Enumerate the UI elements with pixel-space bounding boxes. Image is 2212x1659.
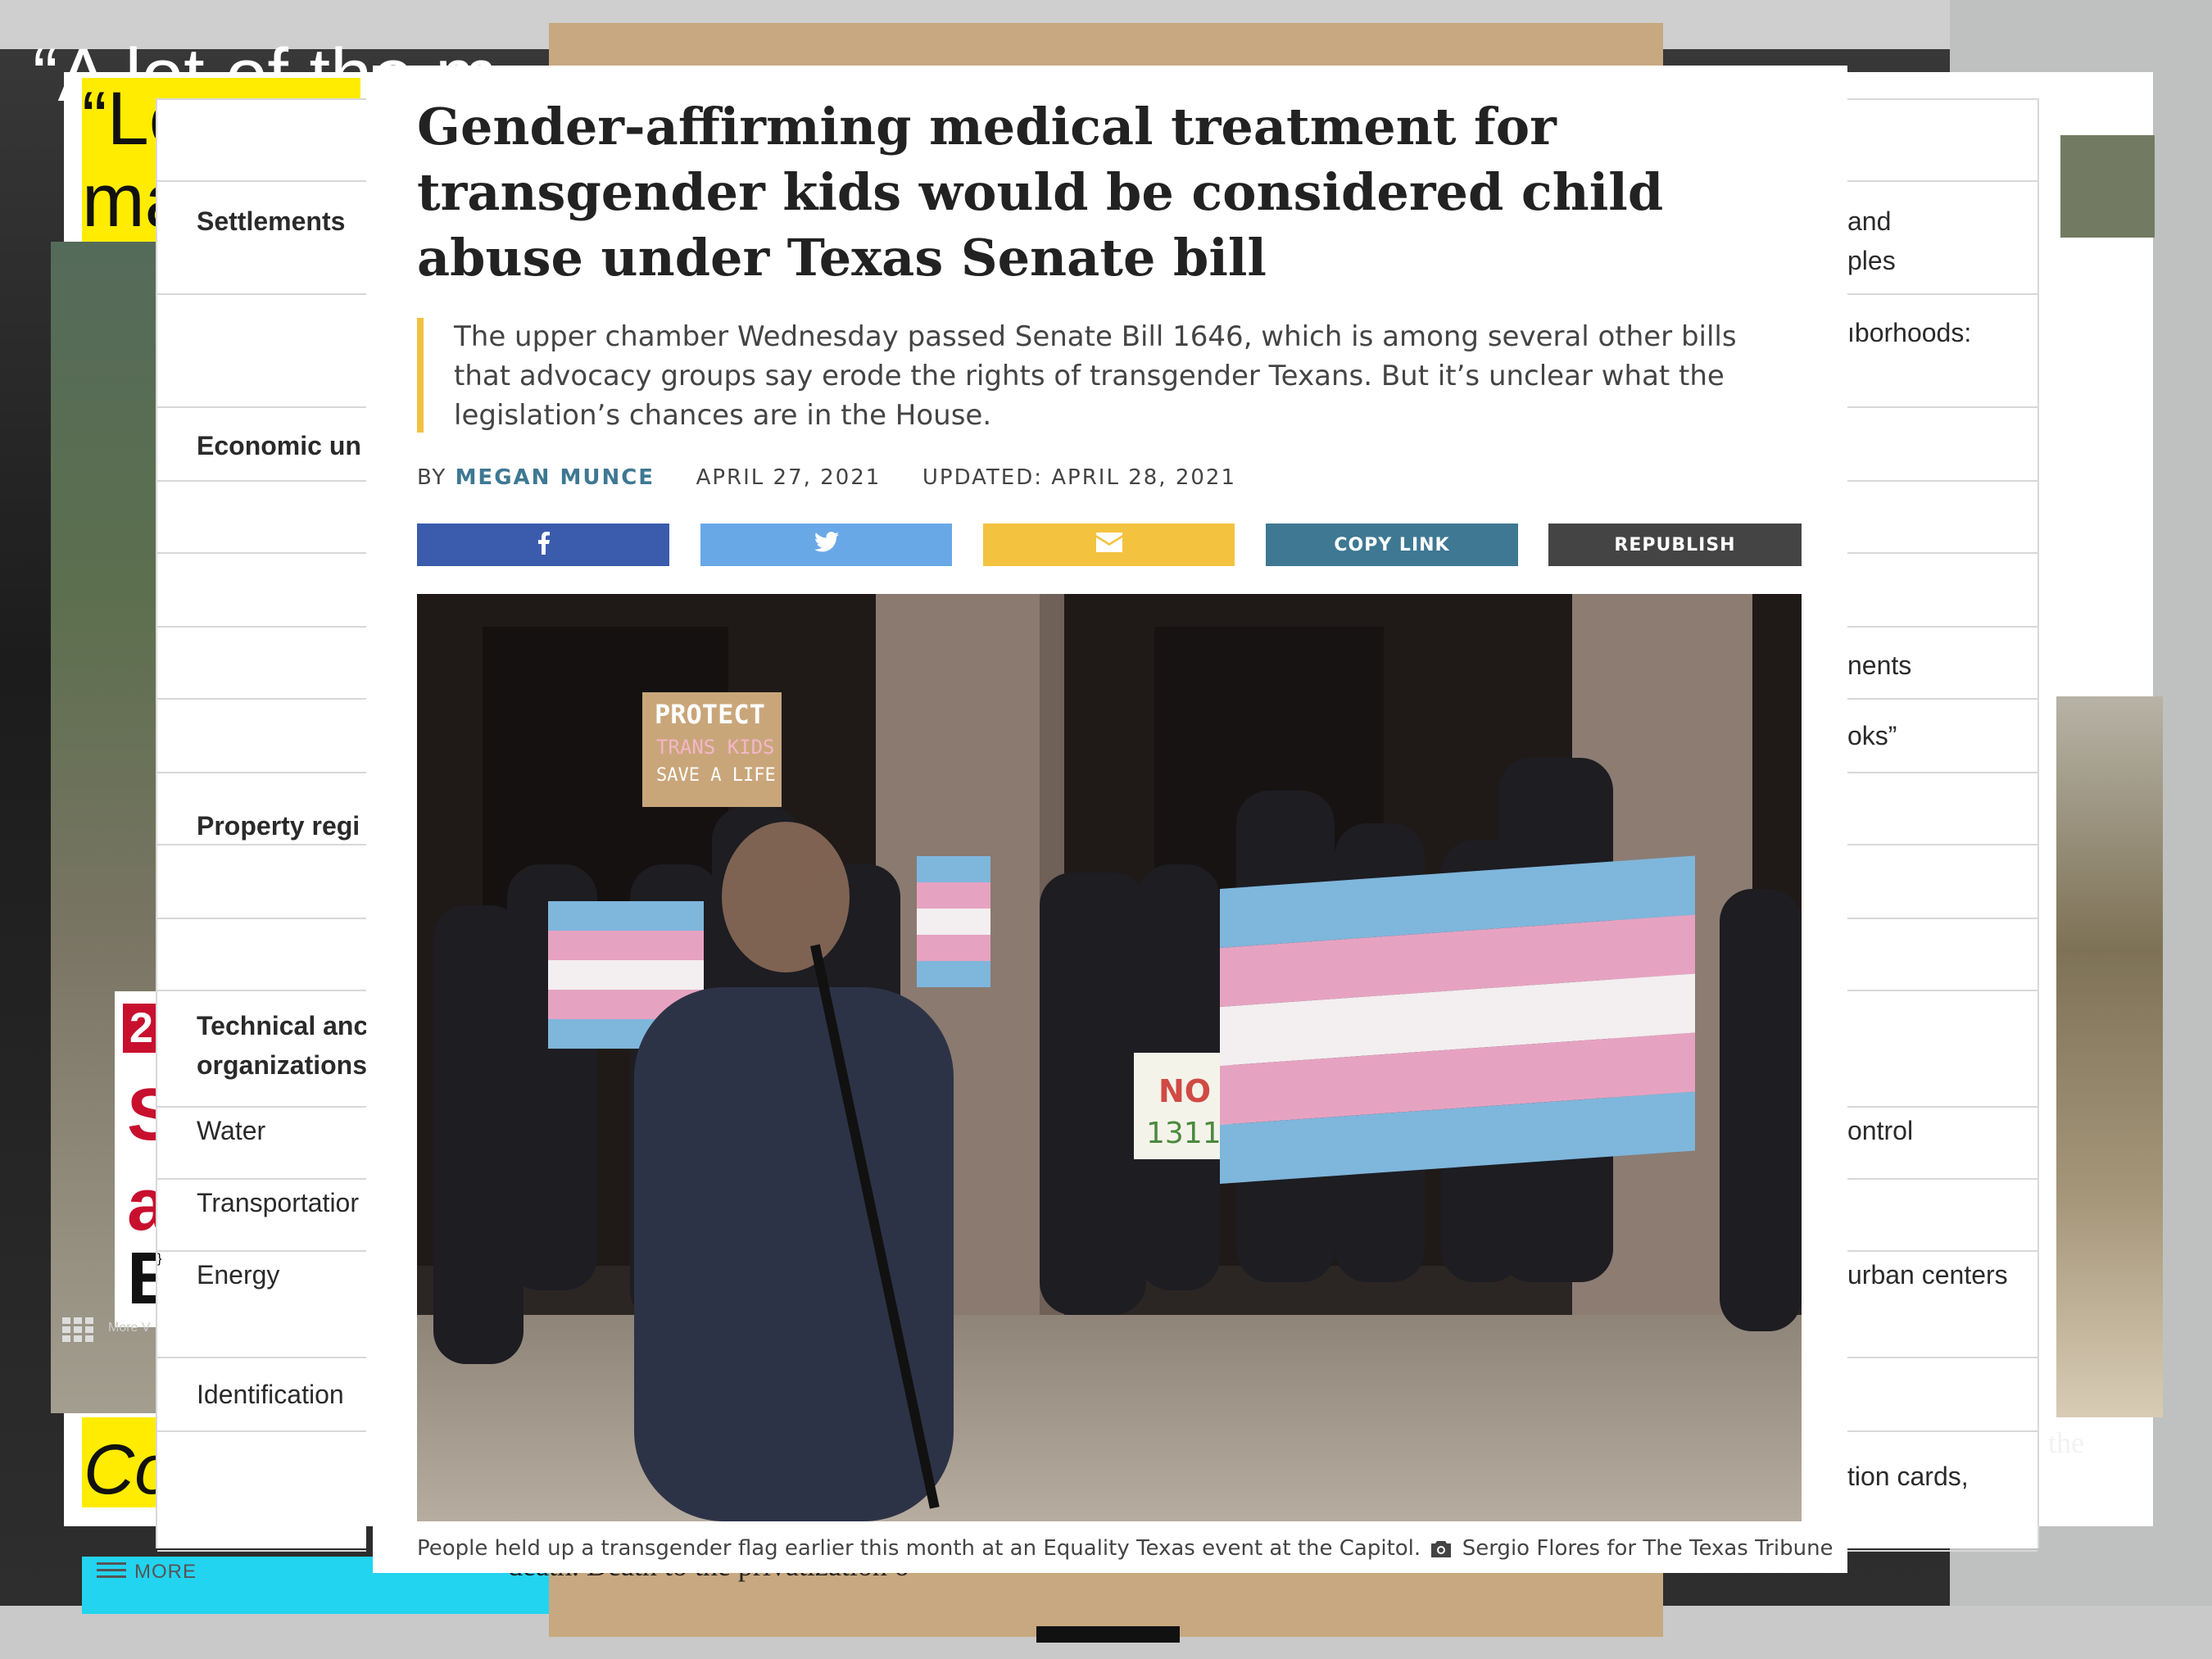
table-row: Settlements (157, 180, 366, 295)
right-table: and ples ıborhoods: nents oks” ontrol ur… (1847, 98, 2039, 1552)
table-cell-label: Water (197, 1116, 266, 1145)
updated-date: UPDATED: APRIL 28, 2021 (922, 465, 1236, 490)
photo-caption: People held up a transgender flag earlie… (417, 1536, 1834, 1563)
hamburger-icon (97, 1562, 126, 1584)
facebook-icon (536, 530, 551, 560)
table-cell-label: Transportatior (197, 1188, 359, 1217)
background-black-strip (1036, 1626, 1180, 1643)
table-row: Energy } (157, 1250, 366, 1358)
table-row (1847, 918, 2037, 991)
table-row (157, 698, 366, 773)
table-row (1847, 772, 2037, 845)
article-photo: PROTECT TRANS KIDS SAVE A LIFE NO 1311 (417, 594, 1802, 1521)
protest-sign-text: NO (1158, 1073, 1211, 1109)
table-row: Transportatior (157, 1178, 366, 1252)
table-row: Water (157, 1106, 366, 1180)
table-cell-label: Property regi (197, 811, 360, 841)
twitter-share-button[interactable] (700, 524, 952, 566)
publish-date: APRIL 27, 2021 (696, 465, 882, 490)
table-cell-label: Economic un (197, 431, 361, 460)
table-cell-label: Energy (197, 1260, 280, 1290)
table-row (1847, 98, 2037, 182)
copy-link-button[interactable]: COPY LINK (1266, 524, 1518, 566)
table-row (157, 552, 366, 628)
table-cell-label: Technical anc (197, 1011, 366, 1040)
table-row (1847, 1357, 2037, 1432)
background-photo-right (2056, 696, 2163, 1417)
twitter-icon (814, 532, 839, 558)
background-right-box (2060, 135, 2155, 238)
table-row: ıborhoods: (1847, 293, 2037, 408)
grid-icon[interactable] (62, 1317, 95, 1342)
byline-prefix: BY (417, 465, 447, 490)
dek-accent-bar (417, 318, 424, 433)
table-row (157, 1430, 366, 1552)
table-row: and ples (1847, 180, 2037, 295)
background-serif-right-text: the (2048, 1426, 2084, 1459)
table-cell-label: ontrol (1847, 1116, 1914, 1145)
protest-sign-text: SAVE A LIFE (656, 765, 776, 786)
table-row: Property regi (157, 772, 366, 845)
table-cell-label: oks” (1847, 721, 1897, 750)
facebook-share-button[interactable] (417, 524, 669, 566)
table-cell-label: urban centers (1847, 1260, 2008, 1290)
photo-credit: Sergio Flores for The Texas Tribune (1462, 1536, 1834, 1561)
table-row (157, 918, 366, 991)
table-row (157, 293, 366, 408)
table-row (1847, 552, 2037, 628)
table-cell-label: ıborhoods: (1847, 318, 1972, 347)
table-row (157, 626, 366, 700)
article-byline: BY MEGAN MUNCE APRIL 27, 2021 UPDATED: A… (417, 465, 1236, 490)
caption-text: People held up a transgender flag earlie… (417, 1536, 1421, 1561)
table-row: oks” (1847, 698, 2037, 773)
table-row: ontrol (1847, 1106, 2037, 1180)
table-row: Identification (157, 1357, 366, 1432)
article-headline: Gender-affirming medical treatment for t… (417, 97, 1664, 288)
table-cell-label: Settlements (197, 206, 346, 236)
article-dek: The upper chamber Wednesday passed Senat… (454, 320, 1737, 432)
table-row (157, 844, 366, 919)
left-table: Settlements Economic un Property regi Te… (156, 98, 366, 1552)
more-videos-label[interactable]: More V (108, 1321, 151, 1335)
table-row: Technical anc organizations (157, 990, 366, 1108)
table-row: tion cards, (1847, 1430, 2037, 1552)
table-row (157, 480, 366, 554)
table-row: Economic un (157, 406, 366, 482)
table-cell-label: tion cards, (1847, 1462, 1969, 1491)
protest-sign-text: TRANS KIDS (656, 736, 775, 759)
table-row: nents (1847, 626, 2037, 700)
camera-icon (1430, 1539, 1452, 1563)
author-link[interactable]: MEGAN MUNCE (456, 465, 655, 490)
more-label: MORE (134, 1561, 197, 1583)
table-row: urban centers (1847, 1250, 2037, 1358)
table-cell-label: organizations (197, 1050, 366, 1080)
table-cell-label: ples (1847, 246, 1896, 275)
table-row (1847, 406, 2037, 482)
background-red-number: 2 (123, 1004, 160, 1053)
table-cell-label: Identification (197, 1380, 344, 1409)
email-share-button[interactable] (983, 524, 1235, 566)
table-row (157, 98, 366, 182)
table-row (1847, 844, 2037, 919)
table-row (1847, 480, 2037, 554)
protest-sign-text: PROTECT (655, 699, 765, 730)
more-menu[interactable]: MORE (97, 1561, 197, 1584)
republish-button[interactable]: REPUBLISH (1548, 524, 1802, 566)
article-card: Gender-affirming medical treatment for t… (373, 66, 1847, 1573)
table-row (1847, 990, 2037, 1108)
table-cell-label: nents (1847, 650, 1912, 680)
envelope-icon (1095, 533, 1122, 557)
protest-sign-text: 1311 (1146, 1117, 1222, 1150)
table-cell-label: and (1847, 206, 1892, 236)
table-row (1847, 1178, 2037, 1252)
